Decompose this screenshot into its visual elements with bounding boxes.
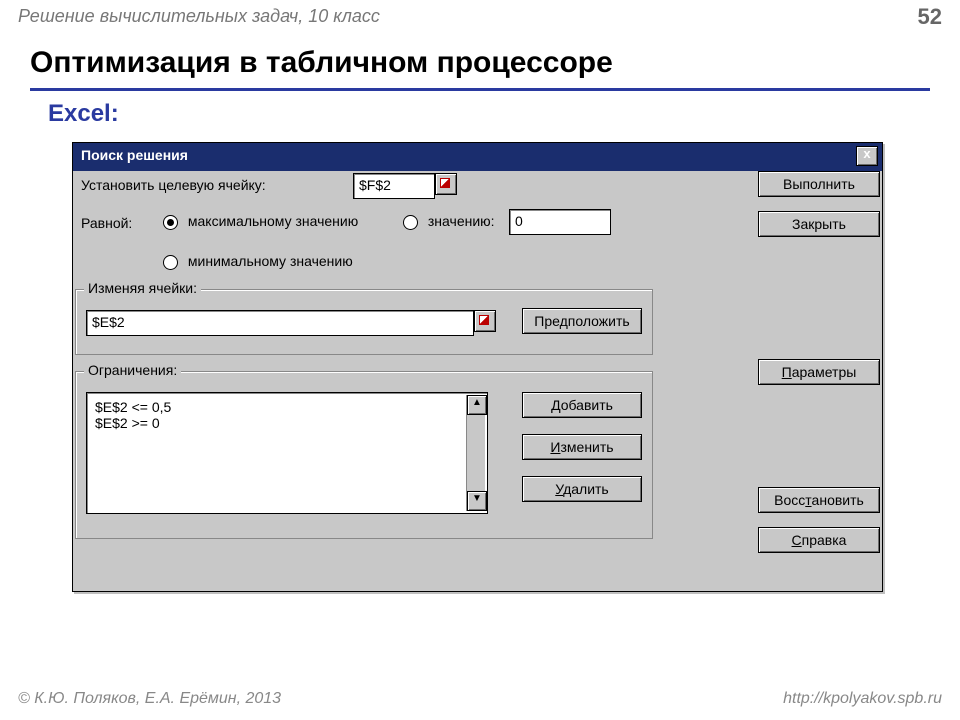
- equal-to-label: Равной:: [81, 215, 132, 231]
- copyright: © К.Ю. Поляков, Е.А. Ерёмин, 2013: [18, 690, 281, 707]
- constraints-group: Ограничения: $E$2 <= 0,5 $E$2 >= 0 ▲ ▼ Д…: [75, 371, 653, 539]
- excel-label: Excel:: [48, 100, 119, 128]
- run-button[interactable]: Выполнить: [758, 171, 880, 197]
- dialog-titlebar: Поиск решения x: [73, 143, 882, 171]
- radio-value[interactable]: значению:: [403, 213, 495, 230]
- constraints-list[interactable]: $E$2 <= 0,5 $E$2 >= 0 ▲ ▼: [86, 392, 488, 514]
- range-picker-icon[interactable]: [474, 310, 496, 332]
- changing-cells-group: Изменяя ячейки: $E$2 Предположить: [75, 289, 653, 355]
- scroll-down-icon[interactable]: ▼: [467, 491, 487, 511]
- slide-footer: © К.Ю. Поляков, Е.А. Ерёмин, 2013 http:/…: [0, 686, 960, 720]
- params-button[interactable]: Параметры: [758, 359, 880, 385]
- changing-cells-input[interactable]: $E$2: [86, 310, 474, 336]
- range-picker-icon[interactable]: [435, 173, 457, 195]
- radio-dot-icon: [163, 255, 178, 270]
- constraints-legend: Ограничения:: [84, 362, 181, 378]
- target-cell-label: Установить целевую ячейку:: [81, 177, 266, 193]
- radio-dot-icon: [403, 215, 418, 230]
- radio-max[interactable]: максимальному значению: [163, 213, 358, 230]
- help-button[interactable]: Справка: [758, 527, 880, 553]
- close-icon[interactable]: x: [856, 146, 878, 166]
- radio-max-label: максимальному значению: [188, 213, 358, 229]
- change-constraint-button[interactable]: Изменить: [522, 434, 642, 460]
- radio-value-label: значению:: [428, 213, 495, 229]
- target-cell-input[interactable]: $F$2: [353, 173, 435, 199]
- delete-constraint-button[interactable]: Удалить: [522, 476, 642, 502]
- close-button[interactable]: Закрыть: [758, 211, 880, 237]
- scrollbar[interactable]: ▲ ▼: [466, 395, 485, 511]
- solver-dialog: Поиск решения x Установить целевую ячейк…: [72, 142, 883, 592]
- course-title: Решение вычислительных задач, 10 класс: [18, 6, 380, 26]
- radio-dot-icon: [163, 215, 178, 230]
- constraints-text: $E$2 <= 0,5 $E$2 >= 0: [87, 393, 487, 437]
- target-value-input[interactable]: 0: [509, 209, 611, 235]
- radio-min-label: минимальному значению: [188, 253, 353, 269]
- page-number: 52: [918, 4, 942, 30]
- slide-header: Решение вычислительных задач, 10 класс 5…: [0, 0, 960, 38]
- radio-min[interactable]: минимальному значению: [163, 253, 353, 270]
- footer-url: http://kpolyakov.spb.ru: [783, 690, 942, 708]
- guess-button[interactable]: Предположить: [522, 308, 642, 334]
- dialog-title: Поиск решения: [81, 147, 188, 163]
- restore-button[interactable]: Восстановить: [758, 487, 880, 513]
- slide-title: Оптимизация в табличном процессоре: [30, 46, 613, 80]
- scroll-up-icon[interactable]: ▲: [467, 395, 487, 415]
- changing-cells-legend: Изменяя ячейки:: [84, 280, 201, 296]
- add-constraint-button[interactable]: ДДобавитьобавить: [522, 392, 642, 418]
- title-rule: [30, 88, 930, 91]
